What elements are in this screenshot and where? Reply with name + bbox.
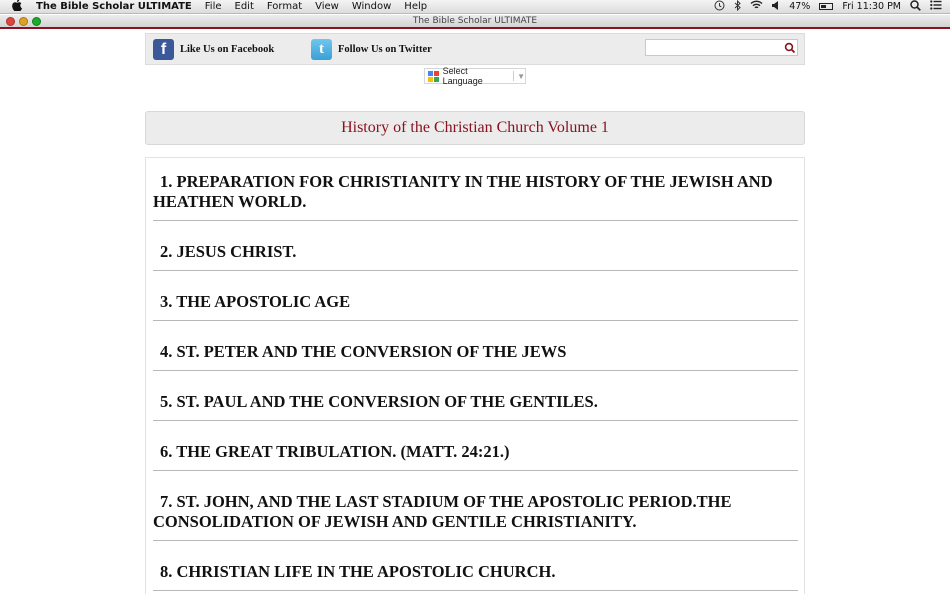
minimize-window-button[interactable] bbox=[19, 17, 28, 26]
chapter-list: 1. PREPARATION FOR CHRISTIANITY IN THE H… bbox=[145, 157, 805, 594]
chapter-link[interactable]: 3. THE APOSTOLIC AGE bbox=[153, 292, 798, 321]
twitter-link-label: Follow Us on Twitter bbox=[338, 44, 432, 55]
chapter-link[interactable]: 8. CHRISTIAN LIFE IN THE APOSTOLIC CHURC… bbox=[153, 562, 798, 591]
volume-icon[interactable] bbox=[772, 0, 780, 13]
zoom-window-button[interactable] bbox=[32, 17, 41, 26]
facebook-link[interactable]: f Like Us on Facebook bbox=[153, 39, 274, 60]
chapter-link[interactable]: 6. THE GREAT TRIBULATION. (MATT. 24:21.) bbox=[153, 442, 798, 471]
menu-help[interactable]: Help bbox=[404, 1, 427, 12]
close-window-button[interactable] bbox=[6, 17, 15, 26]
apple-menu-icon[interactable] bbox=[10, 0, 24, 14]
chapter-link[interactable]: 5. ST. PAUL AND THE CONVERSION OF THE GE… bbox=[153, 392, 798, 421]
chapter-link[interactable]: 1. PREPARATION FOR CHRISTIANITY IN THE H… bbox=[153, 172, 798, 221]
menu-format[interactable]: Format bbox=[267, 1, 302, 12]
menu-bar: The Bible Scholar ULTIMATE File Edit For… bbox=[0, 0, 950, 14]
language-select[interactable]: Select Language ▼ bbox=[424, 66, 526, 86]
facebook-link-label: Like Us on Facebook bbox=[180, 44, 275, 55]
menu-clock[interactable]: Fri 11:30 PM bbox=[842, 1, 901, 12]
menu-edit[interactable]: Edit bbox=[235, 1, 254, 12]
twitter-icon: t bbox=[311, 39, 332, 60]
battery-icon[interactable] bbox=[819, 3, 834, 10]
chapter-link[interactable]: 7. ST. JOHN, AND THE LAST STADIUM OF THE… bbox=[153, 492, 798, 541]
search-input[interactable] bbox=[645, 39, 798, 56]
wifi-icon[interactable] bbox=[750, 0, 763, 13]
time-machine-icon[interactable] bbox=[714, 0, 725, 14]
bluetooth-icon[interactable] bbox=[734, 0, 741, 14]
menu-window[interactable]: Window bbox=[352, 1, 391, 12]
window-controls bbox=[6, 17, 41, 26]
twitter-link[interactable]: t Follow Us on Twitter bbox=[311, 39, 432, 60]
search-icon[interactable] bbox=[784, 41, 796, 54]
book-title-box: History of the Christian Church Volume 1 bbox=[145, 111, 805, 145]
app-menu[interactable]: The Bible Scholar ULTIMATE bbox=[36, 1, 192, 12]
menu-extras: 47% Fri 11:30 PM bbox=[714, 0, 950, 14]
menu-file[interactable]: File bbox=[205, 1, 222, 12]
language-select-divider bbox=[513, 71, 515, 81]
chevron-down-icon: ▼ bbox=[517, 71, 525, 81]
facebook-icon: f bbox=[153, 39, 174, 60]
chapter-link[interactable]: 4. ST. PETER AND THE CONVERSION OF THE J… bbox=[153, 342, 798, 371]
battery-percent: 47% bbox=[789, 1, 811, 12]
spotlight-icon[interactable] bbox=[910, 0, 921, 14]
window-title-bar: The Bible Scholar ULTIMATE bbox=[0, 15, 950, 29]
social-bar: f Like Us on Facebook t Follow Us on Twi… bbox=[145, 33, 805, 65]
language-select-label: Select Language bbox=[442, 66, 483, 86]
notification-center-icon[interactable] bbox=[930, 0, 942, 13]
chapter-link[interactable]: 2. JESUS CHRIST. bbox=[153, 242, 798, 271]
page-title: History of the Christian Church Volume 1 bbox=[341, 119, 609, 136]
menu-view[interactable]: View bbox=[315, 1, 339, 12]
window-title: The Bible Scholar ULTIMATE bbox=[412, 16, 538, 26]
google-translate-icon bbox=[428, 70, 439, 82]
